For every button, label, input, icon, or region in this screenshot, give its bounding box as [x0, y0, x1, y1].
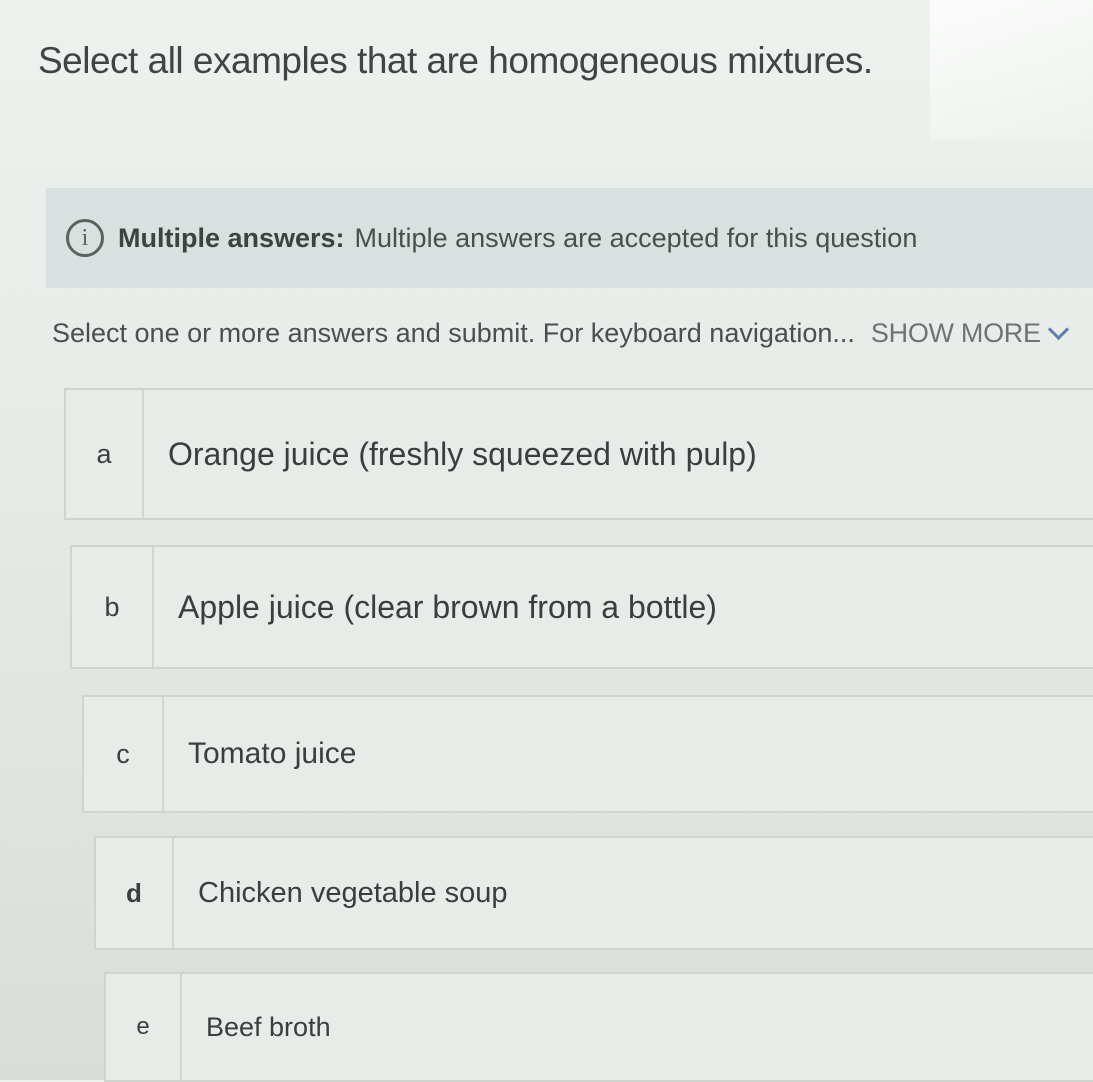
- answer-option-e[interactable]: e Beef broth: [104, 972, 1093, 1082]
- option-text: Tomato juice: [188, 737, 357, 770]
- option-letter: e: [106, 974, 182, 1080]
- option-text: Chicken vegetable soup: [198, 876, 508, 909]
- answer-option-a[interactable]: a Orange juice (freshly squeezed with pu…: [64, 388, 1093, 520]
- option-text: Apple juice (clear brown from a bottle): [178, 588, 717, 625]
- answer-option-b[interactable]: b Apple juice (clear brown from a bottle…: [70, 545, 1093, 669]
- option-letter: b: [72, 547, 154, 667]
- answer-option-d[interactable]: d Chicken vegetable soup: [94, 836, 1093, 950]
- option-letter: d: [96, 838, 174, 948]
- option-letter: a: [66, 390, 144, 518]
- option-letter: c: [84, 697, 164, 811]
- answer-option-c[interactable]: c Tomato juice: [82, 695, 1093, 813]
- answer-options: a Orange juice (freshly squeezed with pu…: [0, 0, 1093, 1082]
- option-text: Orange juice (freshly squeezed with pulp…: [168, 435, 757, 472]
- option-text: Beef broth: [206, 1011, 331, 1042]
